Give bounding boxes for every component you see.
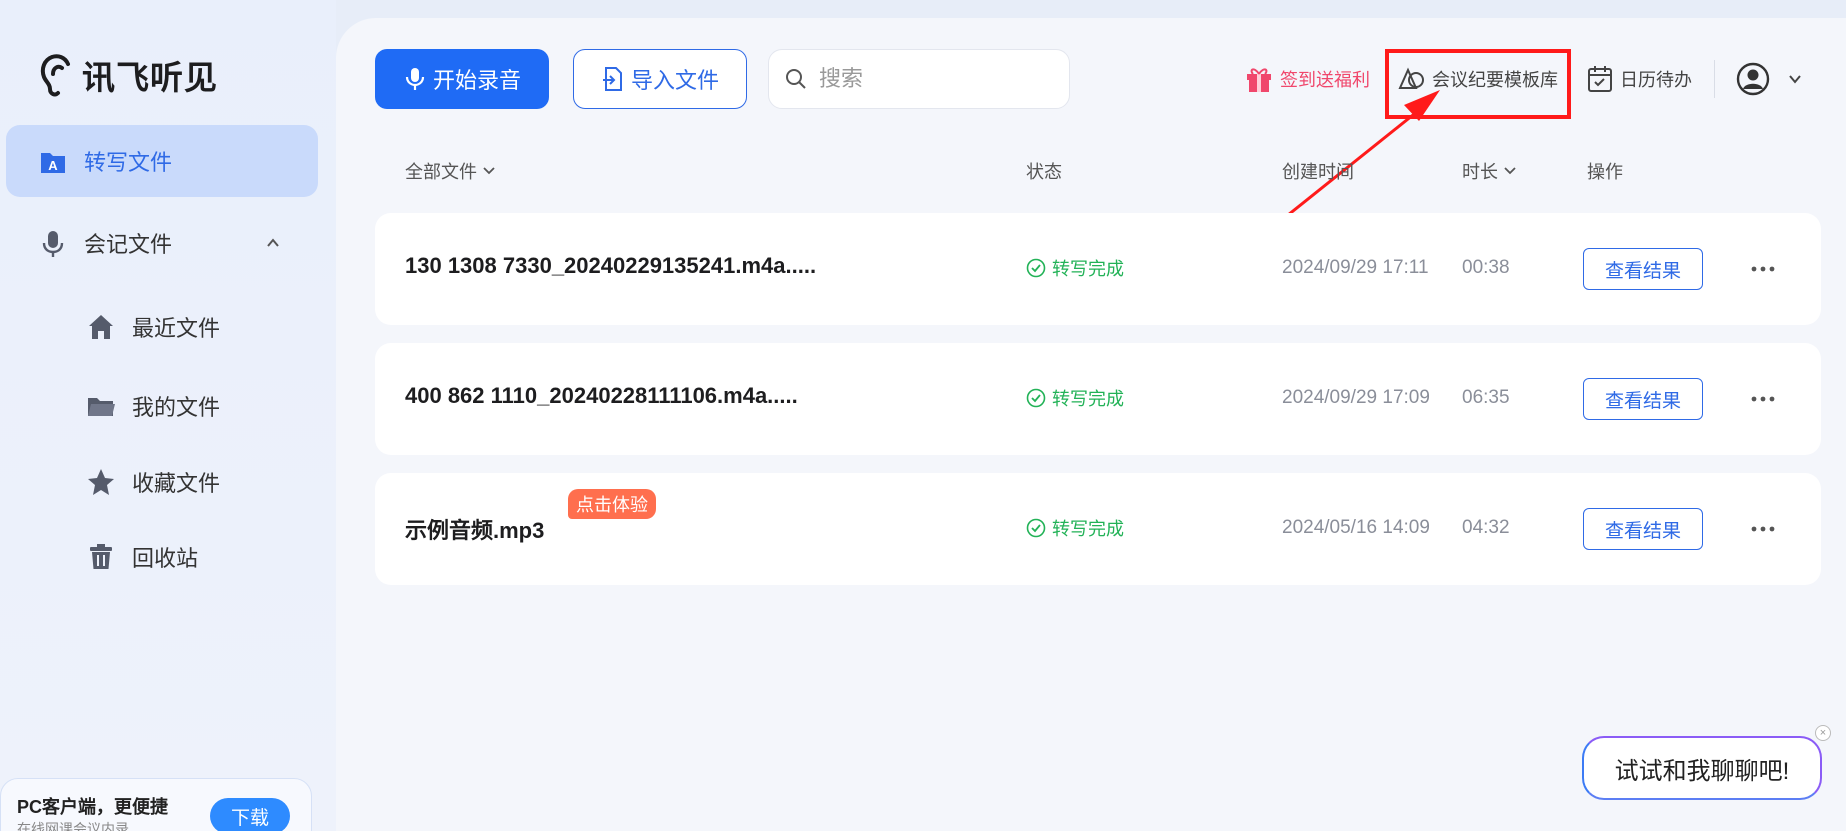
meeting-template-library-link[interactable]: 会议纪要模板库 — [1396, 62, 1558, 96]
check-circle-icon — [1026, 518, 1046, 538]
main-panel: 开始录音 导入文件 签到送福利 会议纪要模板库 — [336, 18, 1846, 831]
status-text: 转写完成 — [1052, 519, 1124, 539]
chat-assistant-bubble[interactable]: 试试和我聊聊吧! — [1582, 736, 1822, 800]
status-badge: 转写完成 — [1026, 255, 1124, 281]
home-icon — [89, 315, 113, 339]
trash-icon — [90, 544, 112, 569]
import-file-icon — [602, 67, 622, 91]
user-avatar-icon[interactable] — [1736, 62, 1770, 96]
more-options-icon[interactable] — [1747, 257, 1779, 281]
created-time: 2024/05/16 14:09 — [1282, 517, 1430, 538]
chevron-down-icon — [483, 167, 495, 175]
sidebar-item-favorites[interactable]: 收藏文件 — [86, 458, 316, 506]
gift-icon — [1247, 68, 1271, 92]
created-time: 2024/09/29 17:09 — [1282, 387, 1430, 408]
folder-icon — [88, 398, 115, 416]
microphone-icon — [42, 231, 64, 257]
created-time-header-label: 创建时间 — [1282, 162, 1354, 182]
sidebar-item-label: 会记文件 — [84, 232, 173, 257]
duration: 06:35 — [1462, 387, 1510, 408]
status-badge: 转写完成 — [1026, 385, 1124, 411]
status-header: 状态 — [1026, 158, 1062, 184]
actions-header-label: 操作 — [1587, 162, 1623, 182]
created-time-header: 创建时间 — [1282, 158, 1354, 184]
sidebar-item-label: 我的文件 — [132, 395, 221, 420]
star-icon — [88, 469, 114, 495]
created-time: 2024/09/29 17:11 — [1282, 257, 1429, 278]
sidebar-item-recent[interactable]: 最近文件 — [86, 303, 316, 351]
calendar-todo-link[interactable]: 日历待办 — [1586, 62, 1692, 96]
app-name: 讯飞听见 — [82, 59, 218, 96]
view-result-button[interactable]: 查看结果 — [1583, 508, 1703, 550]
chevron-up-icon[interactable] — [264, 234, 282, 252]
transcribe-file-icon: A — [41, 153, 65, 173]
svg-text:A: A — [48, 158, 58, 173]
template-library-icon — [1398, 67, 1424, 89]
import-file-label: 导入文件 — [630, 68, 719, 93]
sidebar: 讯飞听见 A 转写文件 会记文件 最近文件 我的文件 收藏文件 回收站 PC客户… — [0, 0, 336, 831]
import-file-button[interactable]: 导入文件 — [573, 49, 747, 109]
duration: 04:32 — [1462, 517, 1510, 538]
sidebar-item-transcribe[interactable]: A 转写文件 — [6, 125, 318, 197]
duration-header: 时长 — [1462, 162, 1498, 182]
file-row[interactable]: 示例音频.mp3 点击体验 转写完成 2024/05/16 14:09 04:3… — [375, 473, 1821, 585]
start-recording-button[interactable]: 开始录音 — [375, 49, 549, 109]
chevron-down-icon — [1504, 167, 1516, 175]
client-download-promo: PC客户端，更便捷 在线网课会议内录 下载 — [0, 778, 312, 831]
file-row[interactable]: 130 1308 7330_20240229135241.m4a..... 转写… — [375, 213, 1821, 325]
file-name[interactable]: 130 1308 7330_20240229135241.m4a..... — [405, 253, 816, 279]
checkin-gift-label: 签到送福利 — [1280, 70, 1370, 90]
sidebar-item-label: 最近文件 — [132, 316, 221, 341]
try-it-badge[interactable]: 点击体验 — [568, 489, 656, 519]
checkin-gift-link[interactable]: 签到送福利 — [1244, 62, 1370, 96]
status-badge: 转写完成 — [1026, 515, 1124, 541]
search-icon — [786, 69, 806, 89]
sidebar-item-my-files[interactable]: 我的文件 — [86, 382, 316, 430]
promo-title: PC客户端，更便捷 — [17, 797, 169, 817]
close-icon[interactable]: × — [1815, 725, 1831, 741]
actions-header: 操作 — [1587, 158, 1623, 184]
start-recording-label: 开始录音 — [432, 68, 521, 93]
sidebar-item-label: 收藏文件 — [132, 471, 221, 496]
duration: 00:38 — [1462, 257, 1510, 278]
sidebar-item-trash[interactable]: 回收站 — [86, 533, 316, 581]
all-files-header: 全部文件 — [405, 162, 477, 182]
more-options-icon[interactable] — [1747, 517, 1779, 541]
ear-logo-icon — [40, 54, 70, 97]
app-logo[interactable]: 讯飞听见 — [38, 52, 218, 98]
sidebar-item-meeting[interactable]: 会记文件 — [6, 207, 318, 279]
search-input[interactable] — [819, 66, 1039, 92]
microphone-icon — [405, 68, 425, 90]
status-text: 转写完成 — [1052, 389, 1124, 409]
search-box — [768, 49, 1070, 109]
sidebar-item-label: 回收站 — [132, 546, 199, 571]
file-name[interactable]: 400 862 1110_20240228111106.m4a..... — [405, 383, 798, 409]
download-button[interactable]: 下载 — [210, 798, 290, 831]
chat-assistant-text: 试试和我聊聊吧! — [1614, 757, 1790, 785]
file-name[interactable]: 示例音频.mp3 — [405, 513, 544, 545]
template-library-label: 会议纪要模板库 — [1432, 70, 1558, 90]
chevron-down-icon[interactable] — [1786, 70, 1804, 88]
more-options-icon[interactable] — [1747, 387, 1779, 411]
calendar-todo-label: 日历待办 — [1620, 70, 1692, 90]
sidebar-item-label: 转写文件 — [84, 150, 173, 175]
check-circle-icon — [1026, 388, 1046, 408]
status-header-label: 状态 — [1026, 162, 1062, 182]
status-text: 转写完成 — [1052, 259, 1124, 279]
view-result-button[interactable]: 查看结果 — [1583, 248, 1703, 290]
promo-subtitle: 在线网课会议内录 — [17, 821, 129, 831]
calendar-icon — [1588, 66, 1612, 92]
all-files-filter[interactable]: 全部文件 — [405, 158, 497, 184]
view-result-button[interactable]: 查看结果 — [1583, 378, 1703, 420]
check-circle-icon — [1026, 258, 1046, 278]
duration-sort[interactable]: 时长 — [1462, 158, 1518, 184]
toolbar-divider — [1714, 60, 1715, 98]
file-row[interactable]: 400 862 1110_20240228111106.m4a..... 转写完… — [375, 343, 1821, 455]
